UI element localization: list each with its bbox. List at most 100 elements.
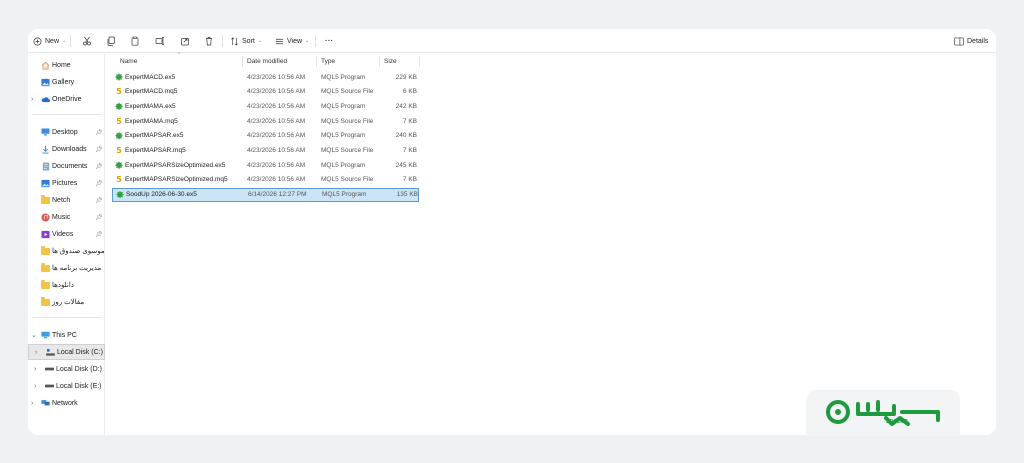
- clipboard-icon: [130, 36, 140, 46]
- file-date: 4/23/2026 10:56 AM: [247, 117, 306, 125]
- sidebar-item-netch[interactable]: Netch 📌︎: [28, 192, 105, 208]
- file-name: ExpertMACD.ex5: [125, 73, 176, 81]
- mql5-source-icon: 5: [116, 116, 122, 126]
- sort-caret-icon: ^: [178, 52, 181, 58]
- sidebar-item-label: Netch: [52, 196, 71, 204]
- pin-icon[interactable]: 📌︎: [95, 146, 103, 153]
- file-name: ExpertMAPSARSizeOptimized.ex5: [125, 161, 226, 169]
- sidebar-item-onedrive[interactable]: › OneDrive: [28, 91, 105, 107]
- gallery-icon: [41, 78, 50, 87]
- mql5-source-icon: 5: [116, 175, 122, 185]
- chevron-right-icon[interactable]: ›: [34, 383, 36, 390]
- chevron-right-icon[interactable]: ›: [31, 96, 33, 103]
- table-row[interactable]: SoodUp 2026-06-30.ex5 6/14/2026 12:27 PM M…: [112, 187, 419, 202]
- documents-icon: [41, 161, 50, 171]
- delete-button[interactable]: [204, 29, 214, 53]
- sidebar-item-videos[interactable]: Videos 📌︎: [28, 226, 105, 242]
- table-row[interactable]: 5 ExpertMAPSARSizeOptimized.mq5 4/23/2026 …: [112, 173, 419, 187]
- sidebar-item-desktop[interactable]: Desktop 📌︎: [28, 124, 105, 140]
- details-button-label: Details: [967, 37, 989, 45]
- file-type: MQL5 Program: [322, 191, 367, 199]
- chevron-down-icon[interactable]: ⌄: [31, 331, 37, 339]
- file-date: 4/23/2026 10:56 AM: [247, 147, 306, 154]
- sidebar-item-local-disk-d[interactable]: › Local Disk (D:): [28, 361, 105, 377]
- sidebar-item-folder[interactable]: مدیریت برنامه ها: [28, 260, 105, 276]
- network-icon: [41, 399, 50, 408]
- mql5-program-icon: [115, 131, 123, 140]
- sidebar-item-pictures[interactable]: Pictures 📌︎: [28, 175, 105, 191]
- toolbar-divider: [222, 35, 223, 47]
- chevron-down-icon: ⌄: [62, 38, 67, 44]
- details-button[interactable]: Details: [954, 29, 988, 53]
- file-explorer-window: New ⌄ Sort ⌄ View ⌄ ··· Details Home Gal…: [28, 29, 996, 435]
- column-header-size[interactable]: Size: [384, 54, 397, 68]
- rename-button[interactable]: [155, 29, 165, 53]
- table-row[interactable]: ExpertMACD.ex5 4/23/2026 10:56 AM MQL5 Pro…: [112, 70, 419, 84]
- file-size: 229 KB: [395, 73, 417, 81]
- sidebar-item-folder[interactable]: دانلودها: [28, 277, 105, 293]
- column-divider[interactable]: [242, 56, 243, 67]
- column-header-name[interactable]: Name: [120, 54, 137, 68]
- sidebar-item-downloads[interactable]: Downloads 📌︎: [28, 141, 105, 157]
- table-row[interactable]: ExpertMAMA.ex5 4/23/2026 10:56 AM MQL5 Pro…: [112, 99, 419, 113]
- sidebar-item-documents[interactable]: Documents 📌︎: [28, 158, 105, 174]
- view-button[interactable]: View ⌄: [275, 29, 309, 53]
- column-divider[interactable]: [419, 56, 420, 67]
- share-button[interactable]: [180, 29, 190, 53]
- table-row[interactable]: ExpertMAPSAR.ex5 4/23/2026 10:56 AM MQL5 P…: [112, 129, 419, 143]
- sidebar-item-label: Gallery: [52, 78, 75, 86]
- column-divider[interactable]: [379, 56, 380, 67]
- pin-icon[interactable]: 📌︎: [95, 129, 103, 136]
- table-row[interactable]: 5 ExpertMAMA.mq5 4/23/2026 10:56 AM MQL5 So…: [112, 114, 419, 128]
- cut-button[interactable]: [82, 29, 92, 53]
- sidebar-item-local-disk-e[interactable]: › Local Disk (E:): [28, 378, 105, 394]
- file-size: 240 KB: [395, 132, 417, 140]
- paste-button[interactable]: [130, 29, 140, 53]
- chevron-down-icon: ⌄: [257, 38, 263, 44]
- file-name: ExpertMAMA.ex5: [125, 102, 176, 110]
- sidebar-item-label: Local Disk (E:): [56, 382, 102, 390]
- sidebar-item-home[interactable]: Home: [28, 57, 105, 73]
- view-button-label: View: [287, 37, 303, 45]
- sort-button[interactable]: Sort ⌄: [230, 29, 262, 53]
- chevron-right-icon[interactable]: ›: [31, 400, 33, 407]
- table-row[interactable]: 5 ExpertMAPSAR.mq5 4/23/2026 10:56 AM MQL5 …: [112, 144, 419, 158]
- sidebar-divider: [32, 114, 102, 115]
- copy-button[interactable]: [106, 29, 116, 53]
- sidebar-item-folder[interactable]: مقالات روز: [28, 294, 105, 310]
- sidebar-item-this-pc[interactable]: ⌄ This PC: [28, 327, 105, 343]
- sidebar-item-local-disk-c[interactable]: › Local Disk (C:): [28, 344, 105, 360]
- chevron-right-icon[interactable]: ›: [34, 366, 36, 373]
- column-header-date[interactable]: Date modified: [247, 54, 287, 68]
- file-type: MQL5 Program: [321, 161, 366, 169]
- mql5-source-icon: 5: [116, 87, 122, 97]
- file-size: 6 KB: [402, 88, 417, 96]
- sidebar-item-gallery[interactable]: Gallery: [28, 74, 105, 90]
- sidebar-item-label: OneDrive: [52, 95, 82, 103]
- file-name: ExpertMAMA.mq5: [125, 117, 178, 125]
- chevron-right-icon[interactable]: ›: [35, 349, 37, 356]
- pin-icon[interactable]: 📌︎: [95, 180, 103, 187]
- file-date: 4/23/2026 10:56 AM: [247, 161, 306, 169]
- file-name: ExpertMAPSARSizeOptimized.mq5: [125, 176, 228, 184]
- more-options-button[interactable]: ···: [325, 29, 334, 53]
- sidebar-divider: [32, 317, 102, 318]
- column-divider[interactable]: [316, 56, 317, 67]
- column-header-type[interactable]: Type: [321, 54, 335, 68]
- pin-icon[interactable]: 📌︎: [95, 231, 103, 238]
- sidebar-item-label: Downloads: [52, 145, 87, 153]
- mql5-source-icon: 5: [116, 146, 122, 155]
- sidebar-item-network[interactable]: › Network: [28, 395, 105, 411]
- pin-icon[interactable]: 📌︎: [95, 197, 103, 204]
- copy-icon: [106, 36, 116, 46]
- table-row[interactable]: 5 ExpertMACD.mq5 4/23/2026 10:56 AM MQL5 So…: [112, 85, 419, 99]
- pin-icon[interactable]: 📌︎: [95, 163, 103, 170]
- file-type: MQL5 Program: [321, 102, 366, 110]
- sidebar-item-music[interactable]: Music 📌︎: [28, 209, 105, 225]
- sidebar-item-label: Documents: [52, 162, 88, 170]
- new-button[interactable]: New ⌄: [33, 29, 66, 53]
- table-row[interactable]: ExpertMAPSARSizeOptimized.ex5 4/23/2026 1…: [112, 158, 419, 172]
- pin-icon[interactable]: 📌︎: [95, 214, 103, 221]
- file-name: ExpertMAPSAR.mq5: [125, 147, 186, 154]
- sidebar-item-folder[interactable]: موسوی صندوق ها: [28, 243, 105, 259]
